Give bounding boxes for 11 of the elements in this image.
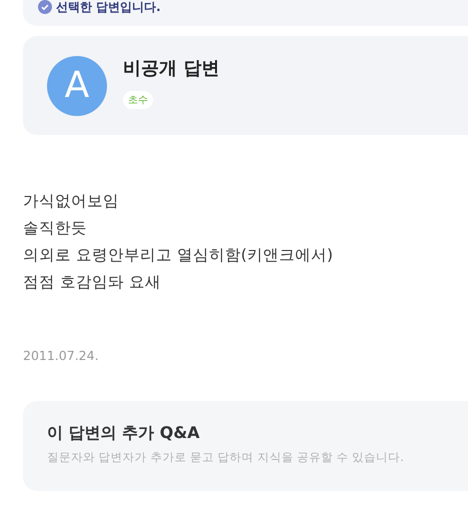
author-name: 비공개 답변 — [123, 57, 220, 80]
answer-text: 가식없어보임 — [23, 191, 120, 212]
qa-description: 질문자와 답변자가 추가로 묻고 답하며 지식을 공유할 수 있습니다. — [47, 450, 405, 465]
answer-text: 의외로 요령안부리고 열심히함(키앤크에서) — [23, 245, 334, 266]
rank-badge: 초수 — [123, 91, 153, 109]
answer-text: 솔직한듯 — [23, 218, 88, 239]
notice-text: 선택한 답변입니다. — [56, 0, 161, 14]
avatar: A — [47, 56, 107, 116]
qa-title: 이 답변의 추가 Q&A — [47, 423, 201, 444]
answer-text: 점점 호감임돠 요새 — [23, 272, 162, 293]
answer-date: 2011.07.24. — [23, 348, 100, 363]
